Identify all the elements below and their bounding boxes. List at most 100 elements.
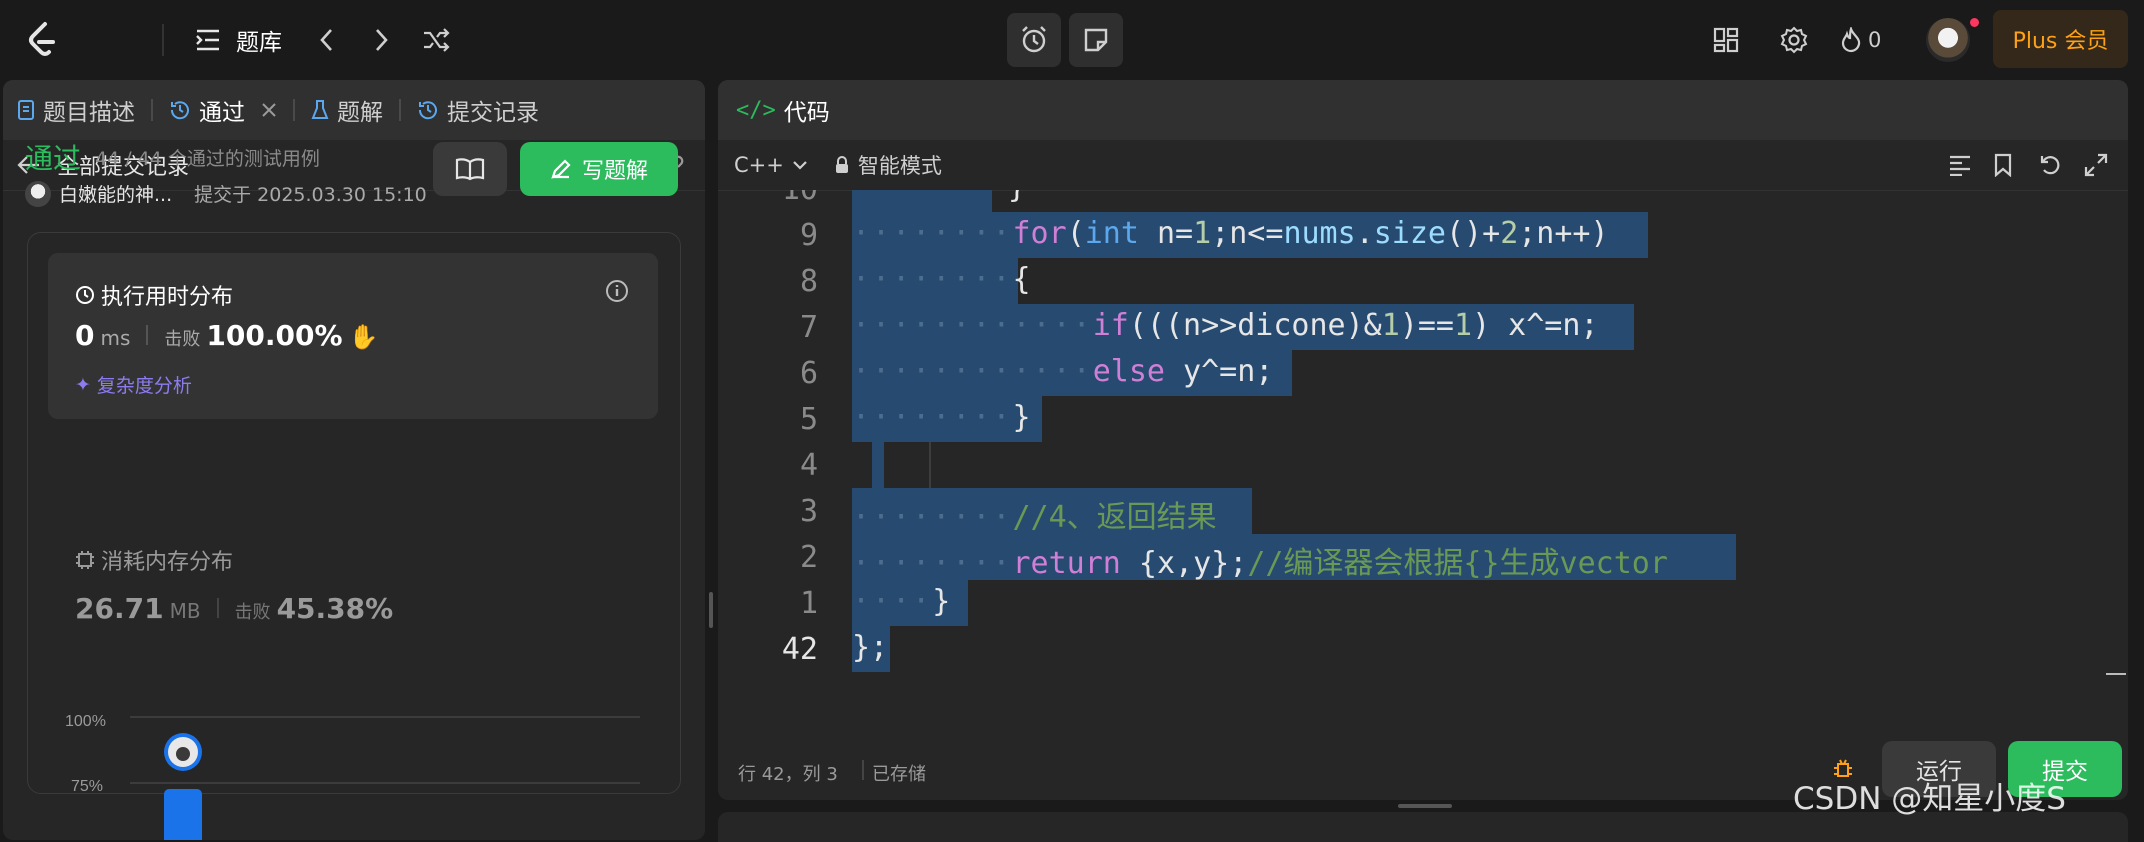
layout-icon[interactable]	[1704, 18, 1748, 62]
language-select[interactable]: C++	[734, 153, 784, 177]
lock-icon	[835, 156, 848, 173]
divider	[862, 760, 864, 780]
complexity-analysis-link[interactable]: ✦ 复杂度分析	[75, 371, 192, 398]
gear-icon[interactable]	[1772, 18, 1816, 62]
expand-icon[interactable]	[2084, 153, 2108, 177]
line-number: 42	[781, 632, 818, 667]
cursor-position: 行 42，列 3	[738, 764, 838, 785]
memory-unit: MB	[169, 599, 201, 623]
code-editor[interactable]: 10 } 9 ········for(int n=1;n<=nums.size(…	[718, 190, 2128, 705]
watermark: CSDN @知星小度S	[1793, 781, 2066, 817]
chevron-left-icon[interactable]	[304, 18, 348, 62]
testcases-passed: 44 / 44 个通过的测试用例	[95, 148, 320, 170]
code-line: 3 ········//4、返回结果	[718, 488, 2128, 535]
plus-member-button[interactable]: Plus 会员	[1993, 10, 2128, 68]
complexity-label: 复杂度分析	[96, 375, 192, 397]
list-icon[interactable]	[192, 20, 224, 60]
code-line: 42 };	[718, 626, 2128, 672]
code-text: };	[852, 630, 889, 665]
vertical-resize-handle[interactable]	[709, 592, 713, 628]
divider	[162, 24, 164, 56]
shuffle-icon[interactable]	[414, 18, 458, 62]
streak-count: 0	[1868, 28, 1882, 52]
runtime-unit: ms	[100, 326, 131, 350]
tab-description[interactable]: 题目描述	[3, 80, 151, 140]
tab-accepted[interactable]: 通过	[153, 80, 293, 140]
code-text: ········//4、返回结果	[852, 500, 1217, 535]
status-accepted: 通过	[25, 142, 82, 175]
reset-icon[interactable]	[2038, 153, 2062, 177]
line-number: 6	[799, 356, 818, 391]
author-name[interactable]: 白嫩能的神...	[59, 180, 172, 207]
memory-values[interactable]: 26.71 MB 击败 45.38%	[75, 592, 393, 625]
avatar[interactable]	[1926, 18, 1970, 62]
tab-submissions[interactable]: 提交记录	[401, 80, 555, 140]
divider	[216, 598, 219, 618]
book-icon	[455, 158, 485, 181]
code-line: 7 ············if(((n>>dicone)&1)==1) x^=…	[718, 304, 2128, 350]
line-number: 5	[799, 402, 818, 437]
line-number: 7	[799, 310, 818, 345]
clock-icon	[76, 286, 94, 304]
runtime-value: 0	[75, 319, 95, 352]
tab-description-label: 题目描述	[43, 100, 135, 126]
info-icon[interactable]	[605, 279, 629, 303]
memory-value: 26.71	[75, 592, 164, 625]
sparkle-icon: ✦	[75, 373, 91, 396]
write-solution-label: 写题解	[581, 159, 648, 184]
resize-handle[interactable]	[1398, 804, 1452, 808]
code-editor-panel: </> 代码 C++ 智能模式 10 } 9 ········for(int n…	[718, 80, 2128, 800]
chart-bar[interactable]	[164, 789, 202, 840]
streak-counter[interactable]: 0	[1840, 20, 1881, 60]
leetcode-logo-icon[interactable]	[18, 16, 66, 64]
write-solution-button[interactable]: 写题解	[520, 142, 678, 196]
selection-highlight	[872, 442, 884, 488]
chevron-right-icon[interactable]	[360, 18, 404, 62]
runtime-card[interactable]: 执行用时分布 0 ms 击败 100.00% ✋ ✦ 复杂度分析	[48, 253, 658, 419]
view-notes-button[interactable]	[433, 142, 507, 196]
indent-guide	[929, 442, 931, 488]
line-number: 3	[799, 494, 818, 529]
avatar-face	[176, 747, 190, 761]
timer-button[interactable]	[1007, 13, 1061, 67]
flask-icon	[311, 100, 329, 119]
problem-bank-link[interactable]: 题库	[236, 20, 282, 60]
code-text: ············if(((n>>dicone)&1)==1) x^=n;	[852, 308, 1599, 343]
runtime-beats-label: 击败	[164, 329, 201, 350]
memory-title-row[interactable]: 消耗内存分布	[75, 544, 233, 576]
code-line: 5 ········}	[718, 396, 2128, 442]
chip-icon	[76, 551, 94, 569]
top-bar: 题库 0 Plus 会员	[0, 0, 2144, 80]
memory-title: 消耗内存分布	[101, 550, 234, 575]
code-text: ········}	[852, 400, 1031, 435]
avatar[interactable]	[25, 180, 51, 207]
tab-accepted-label: 通过	[199, 100, 245, 126]
scrollbar-marker[interactable]	[2106, 673, 2126, 675]
editor-tab-bar: </> 代码	[718, 80, 2128, 140]
code-line: 10 }	[718, 190, 2128, 212]
author-row: 白嫩能的神... 提交于 2025.03.30 15:10	[25, 180, 427, 207]
code-line: 9 ········for(int n=1;n<=nums.size()+2;n…	[718, 212, 2128, 258]
left-tab-bar: 题目描述 通过 题解 提交记录	[3, 80, 705, 140]
runtime-title-row: 执行用时分布	[75, 279, 233, 311]
bookmark-icon[interactable]	[1993, 153, 2013, 177]
chevron-down-icon[interactable]	[792, 159, 808, 171]
code-line: 2 ········return {x,y};//编译器会根据{}生成vecto…	[718, 534, 2128, 581]
code-line: 1 ····}	[718, 580, 2128, 626]
tab-solutions[interactable]: 题解	[295, 80, 399, 140]
notes-button[interactable]	[1069, 13, 1123, 67]
format-icon[interactable]	[1948, 154, 1972, 176]
smart-mode-label[interactable]: 智能模式	[858, 150, 942, 180]
close-icon[interactable]	[261, 102, 277, 118]
runtime-beats: 100.00%	[206, 319, 343, 352]
line-number: 2	[799, 540, 818, 575]
tab-solutions-label: 题解	[337, 100, 383, 126]
edit-icon	[551, 159, 571, 179]
runtime-distribution-chart: 100% 75%	[65, 713, 640, 840]
history-icon	[170, 101, 189, 120]
clap-icon: ✋	[348, 323, 379, 351]
tab-code[interactable]: </> 代码	[718, 80, 846, 140]
tab-code-label: 代码	[783, 100, 830, 126]
y-tick-label: 75%	[71, 778, 103, 795]
line-number: 4	[799, 448, 818, 483]
